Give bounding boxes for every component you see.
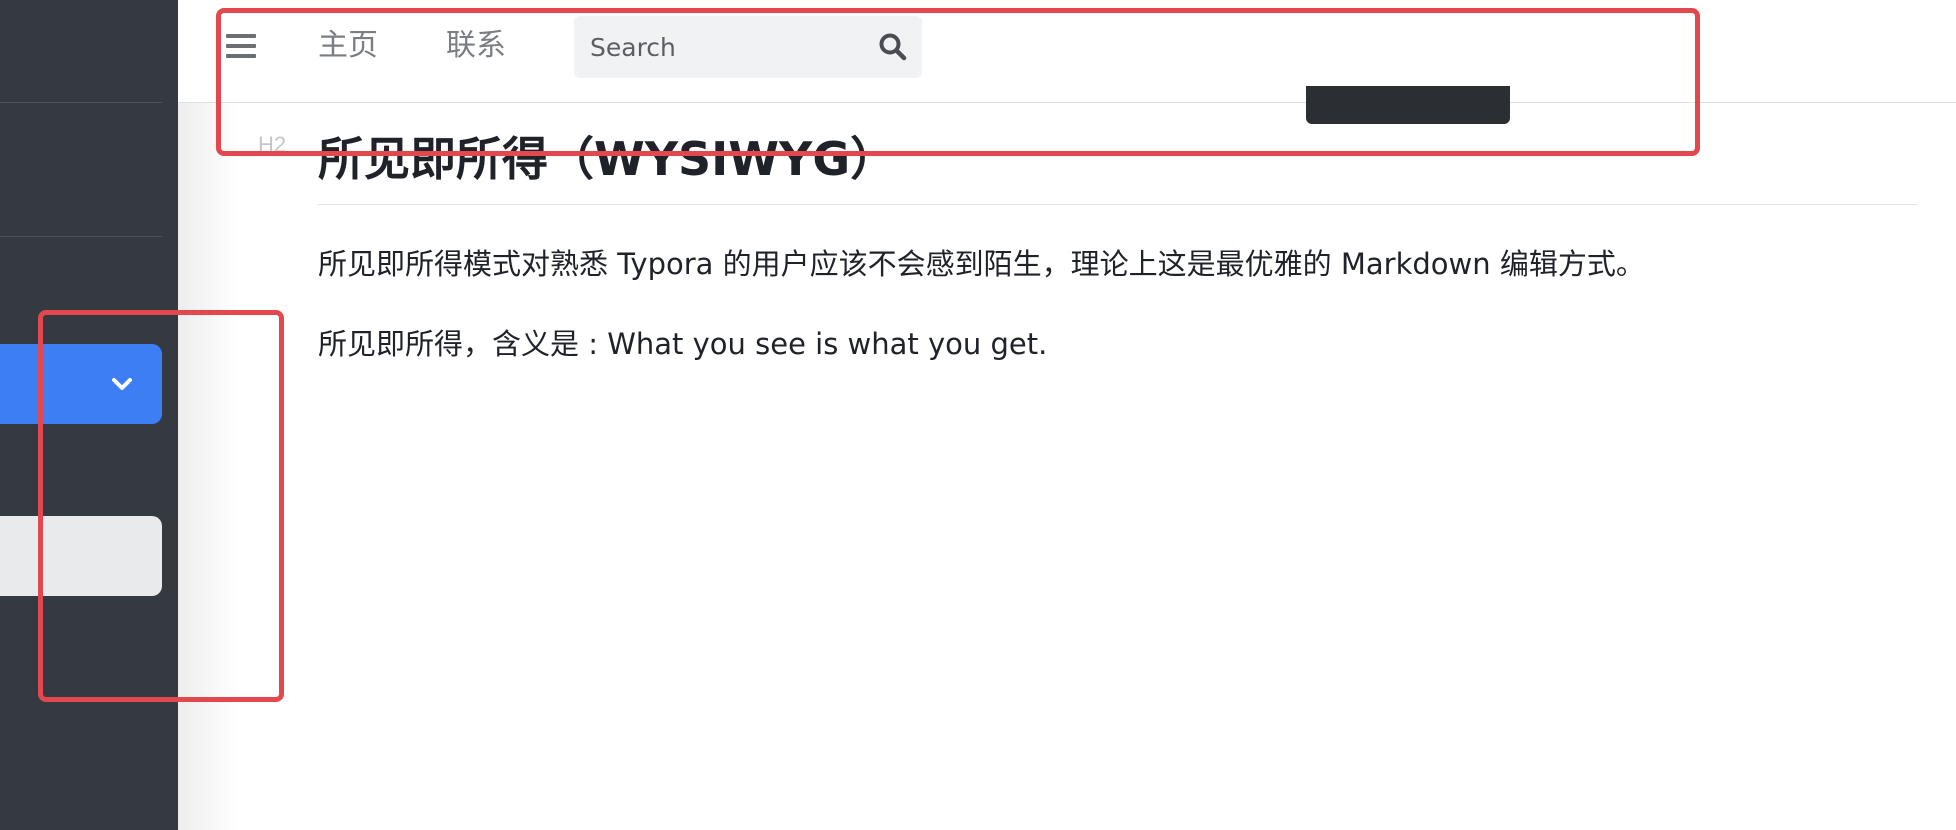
sidebar-input-field[interactable]: [0, 516, 162, 596]
hidden-toolbar-button[interactable]: [1306, 86, 1510, 124]
search-box: [574, 16, 922, 78]
page-title: 所见即所得（WYSIWYG）: [318, 130, 1918, 205]
heading-level-tag: H2: [258, 132, 287, 157]
paragraph: 所见即所得，含义是 : What you see is what you get…: [318, 327, 1048, 361]
search-icon[interactable]: [878, 32, 908, 62]
sidebar-mode-select[interactable]: [0, 344, 162, 424]
sidebar-shadow: [178, 102, 238, 830]
hamburger-menu-icon[interactable]: [226, 32, 258, 60]
nav-link-home[interactable]: 主页: [318, 24, 378, 68]
nav-link-contact[interactable]: 联系: [446, 24, 506, 68]
app-root: 主页 联系 H2 所见即所得（WYSIWYG） 所见即所得模式对熟悉 Typor…: [0, 0, 1956, 830]
sidebar-divider: [0, 102, 162, 103]
search-input[interactable]: [574, 16, 880, 78]
top-navbar: 主页 联系: [178, 0, 1956, 103]
sidebar: [0, 0, 178, 830]
sidebar-divider: [0, 236, 162, 237]
chevron-down-icon: [112, 378, 132, 390]
paragraph: 所见即所得模式对熟悉 Typora 的用户应该不会感到陌生，理论上这是最优雅的 …: [318, 247, 1645, 281]
